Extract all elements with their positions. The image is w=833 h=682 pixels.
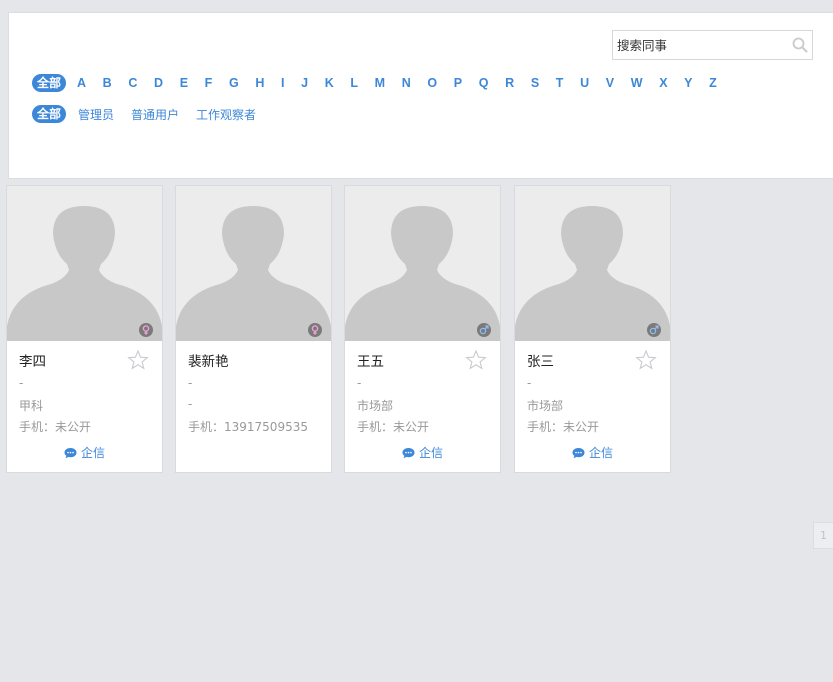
role-filter-normal-user[interactable]: 普通用户 (131, 106, 179, 123)
letter-filter-e[interactable]: E (180, 76, 188, 90)
contact-phone: 手机：未公开 (527, 420, 600, 434)
chat-label: 企信 (588, 446, 613, 460)
contact-phone: 手机：未公开 (19, 420, 92, 434)
contact-card[interactable]: 王五 - 市场部 手机：未公开 企信 (344, 185, 501, 473)
contact-name: 张三 (527, 354, 554, 370)
avatar (7, 186, 162, 341)
contact-title: - (19, 376, 24, 390)
role-filter-row: 全部 管理员 普通用户 工作观察者 (32, 104, 273, 124)
letter-filter-h[interactable]: H (255, 76, 264, 90)
letter-filter-p[interactable]: P (454, 76, 462, 90)
letter-filter-r[interactable]: R (505, 76, 514, 90)
chat-button[interactable]: 企信 (7, 444, 162, 461)
male-icon (477, 323, 491, 337)
chat-bubble-icon (402, 447, 415, 458)
chat-bubble-icon (572, 447, 585, 458)
star-icon[interactable] (465, 349, 487, 371)
contact-name: 李四 (19, 354, 46, 370)
letter-filter-v[interactable]: V (606, 76, 614, 90)
default-avatar-icon (7, 206, 162, 341)
contact-department: - (188, 397, 193, 411)
contact-department: 市场部 (357, 399, 394, 413)
male-icon (647, 323, 661, 337)
star-icon[interactable] (127, 349, 149, 371)
role-list: 管理员 普通用户 工作观察者 (78, 106, 273, 123)
avatar (176, 186, 331, 341)
letter-filter-b[interactable]: B (103, 76, 112, 90)
letter-filter-y[interactable]: Y (684, 76, 692, 90)
female-icon (139, 323, 153, 337)
contact-title: - (188, 376, 193, 390)
filter-panel: 全部 A B C D E F G H I J K L M N O P Q R S… (8, 12, 833, 179)
search-box (612, 30, 813, 60)
letter-filter-d[interactable]: D (154, 76, 163, 90)
pagination-page-button[interactable]: 1 (813, 522, 833, 549)
chat-button[interactable]: 企信 (515, 444, 670, 461)
letter-filter-s[interactable]: S (531, 76, 539, 90)
letter-filter-i[interactable]: I (281, 76, 284, 90)
letter-filter-g[interactable]: G (229, 76, 239, 90)
contact-card[interactable]: 张三 - 市场部 手机：未公开 企信 (514, 185, 671, 473)
contact-name: 裴新艳 (188, 354, 229, 370)
letter-filter-n[interactable]: N (402, 76, 411, 90)
avatar (515, 186, 670, 341)
search-button[interactable] (787, 31, 813, 59)
contact-department: 甲科 (19, 399, 44, 413)
letter-filter-w[interactable]: W (631, 76, 643, 90)
contact-department: 市场部 (527, 399, 564, 413)
female-icon (308, 323, 322, 337)
role-filter-admin[interactable]: 管理员 (78, 106, 114, 123)
chat-label: 企信 (80, 446, 105, 460)
letter-filter-all[interactable]: 全部 (32, 74, 67, 92)
letter-filter-z[interactable]: Z (709, 76, 717, 90)
role-filter-all[interactable]: 全部 (32, 105, 67, 123)
letter-filter-row: 全部 A B C D E F G H I J K L M N O P Q R S… (32, 73, 722, 93)
letter-filter-q[interactable]: Q (479, 76, 489, 90)
default-avatar-icon (515, 206, 670, 341)
default-avatar-icon (345, 206, 500, 341)
letter-filter-a[interactable]: A (77, 76, 86, 90)
letter-filter-l[interactable]: L (350, 76, 358, 90)
avatar (345, 186, 500, 341)
letter-filter-o[interactable]: O (427, 76, 437, 90)
chat-label: 企信 (418, 446, 443, 460)
letter-filter-k[interactable]: K (325, 76, 334, 90)
letter-list: A B C D E F G H I J K L M N O P Q R S T … (77, 73, 717, 93)
letter-filter-m[interactable]: M (375, 76, 385, 90)
contact-card[interactable]: 李四 - 甲科 手机：未公开 企信 (6, 185, 163, 473)
contact-phone: 手机：未公开 (357, 420, 430, 434)
search-input[interactable] (613, 31, 785, 59)
letter-filter-f[interactable]: F (205, 76, 213, 90)
star-icon[interactable] (635, 349, 657, 371)
role-filter-observer[interactable]: 工作观察者 (196, 106, 256, 123)
letter-filter-t[interactable]: T (556, 76, 564, 90)
default-avatar-icon (176, 206, 331, 341)
search-icon (792, 37, 808, 53)
contact-name: 王五 (357, 354, 384, 370)
letter-filter-x[interactable]: X (659, 76, 667, 90)
contact-phone: 手机：13917509535 (188, 420, 308, 434)
chat-button[interactable]: 企信 (345, 444, 500, 461)
letter-filter-u[interactable]: U (580, 76, 589, 90)
letter-filter-j[interactable]: J (301, 76, 308, 90)
contact-title: - (357, 376, 362, 390)
letter-filter-c[interactable]: C (128, 76, 137, 90)
contact-title: - (527, 376, 532, 390)
chat-bubble-icon (64, 447, 77, 458)
contact-card[interactable]: 裴新艳 - - 手机：13917509535 (175, 185, 332, 473)
